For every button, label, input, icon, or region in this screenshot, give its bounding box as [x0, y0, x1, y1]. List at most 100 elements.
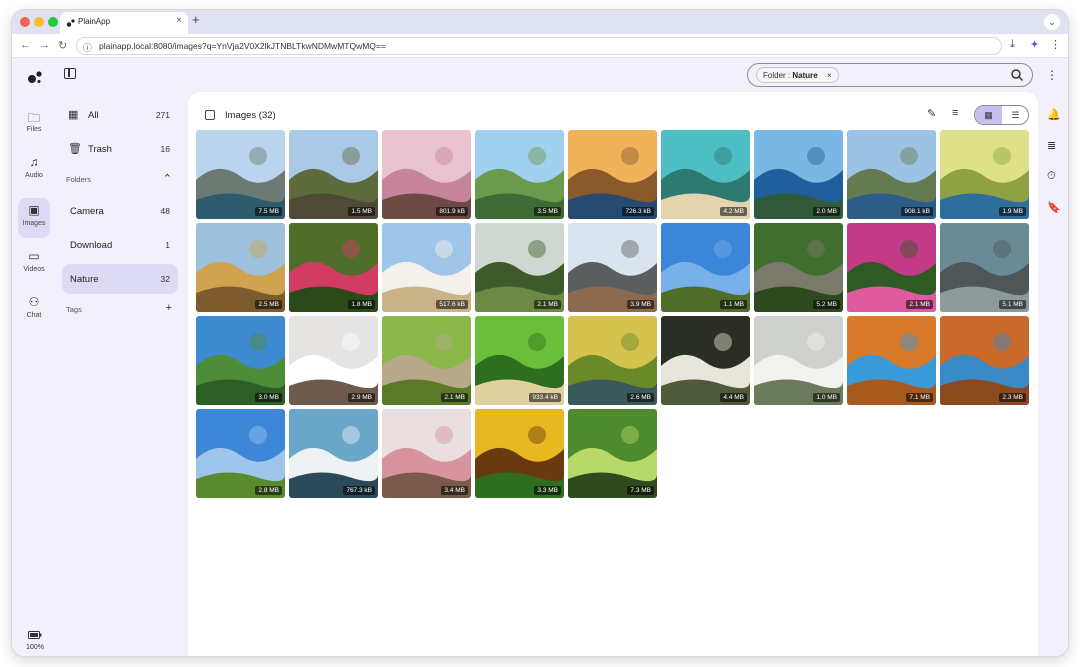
rail-item-images[interactable]: ▣ Images: [18, 198, 50, 238]
timer-icon[interactable]: ⏱: [1047, 170, 1056, 183]
download-icon[interactable]: ⤓: [1010, 38, 1015, 51]
image-thumbnail[interactable]: 933.4 kB: [475, 316, 564, 405]
image-thumbnail[interactable]: 4.2 MB: [661, 130, 750, 219]
address-bar: ← → ↻ ⓘ plainapp.local:8080/images?q=YnV…: [12, 34, 1068, 58]
zoom-window-button[interactable]: [48, 17, 58, 27]
photo-image: [661, 316, 750, 405]
photo-image: [382, 409, 471, 498]
robot-icon: ⚇: [28, 295, 40, 309]
image-thumbnail[interactable]: 4.4 MB: [661, 316, 750, 405]
url-field[interactable]: ⓘ plainapp.local:8080/images?q=YnVja2V0X…: [76, 37, 1002, 55]
rail-item-chat[interactable]: ⚇ Chat: [18, 290, 50, 330]
image-thumbnail[interactable]: 767.3 kB: [289, 409, 378, 498]
search-field[interactable]: Folder : Nature ×: [747, 63, 1033, 87]
image-thumbnail[interactable]: 2.1 MB: [382, 316, 471, 405]
file-size-badge: 2.0 MB: [813, 207, 840, 216]
image-thumbnail[interactable]: 1.9 MB: [940, 130, 1029, 219]
image-thumbnail[interactable]: 908.1 kB: [847, 130, 936, 219]
image-thumbnail[interactable]: 2.5 MB: [196, 223, 285, 312]
image-thumbnail[interactable]: 5.1 MB: [940, 223, 1029, 312]
image-thumbnail[interactable]: 2.0 MB: [754, 130, 843, 219]
image-thumbnail[interactable]: 517.6 kB: [382, 223, 471, 312]
tab-menu-chevron-icon[interactable]: ⌄: [1044, 14, 1060, 30]
sidebar-item-trash[interactable]: 🗑 Trash 16: [62, 134, 178, 164]
file-size-badge: 2.9 MB: [348, 393, 375, 402]
rail-item-audio[interactable]: ♫ Audio: [18, 150, 50, 190]
folders-section-header[interactable]: Folders ⌃: [62, 170, 178, 190]
image-thumbnail[interactable]: 2.3 MB: [940, 316, 1029, 405]
file-size-badge: 801.9 kB: [436, 207, 468, 216]
back-button[interactable]: ←: [20, 39, 31, 51]
image-thumbnail[interactable]: 2.1 MB: [847, 223, 936, 312]
minimize-window-button[interactable]: [34, 17, 44, 27]
image-thumbnail[interactable]: 2.9 MB: [289, 316, 378, 405]
tab-close-icon[interactable]: ×: [176, 15, 182, 26]
image-thumbnail[interactable]: 1.8 MB: [289, 223, 378, 312]
edit-icon[interactable]: ✎: [927, 107, 936, 120]
image-thumbnail[interactable]: 726.3 kB: [568, 130, 657, 219]
chip-close-icon[interactable]: ×: [827, 68, 832, 83]
sidebar-toggle-icon[interactable]: [64, 68, 76, 79]
collapse-chevron-icon[interactable]: ⌃: [163, 172, 172, 185]
url-text[interactable]: plainapp.local:8080/images?q=YnVja2V0X2l…: [99, 41, 386, 51]
browser-menu-icon[interactable]: ⋮: [1050, 38, 1061, 51]
forward-button[interactable]: →: [39, 39, 50, 51]
image-thumbnail[interactable]: 3.0 MB: [196, 316, 285, 405]
file-size-badge: 908.1 kB: [901, 207, 933, 216]
image-thumbnail[interactable]: 7.3 MB: [568, 409, 657, 498]
sidebar-item-nature[interactable]: Nature 32: [62, 264, 178, 294]
image-thumbnail[interactable]: 1.5 MB: [289, 130, 378, 219]
bookmark-icon[interactable]: 🔖: [1047, 201, 1061, 214]
close-window-button[interactable]: [20, 17, 30, 27]
rail-item-videos[interactable]: ▭ Videos: [18, 244, 50, 284]
app-logo-icon[interactable]: [27, 70, 43, 84]
image-thumbnail[interactable]: 1.1 MB: [661, 223, 750, 312]
file-size-badge: 517.6 kB: [436, 300, 468, 309]
notification-bell-icon[interactable]: 🔔: [1047, 108, 1061, 121]
image-thumbnail[interactable]: 2.8 MB: [196, 409, 285, 498]
add-tag-icon[interactable]: +: [166, 302, 172, 314]
playlist-icon[interactable]: ≣: [1047, 139, 1056, 152]
file-size-badge: 2.8 MB: [255, 486, 282, 495]
folder-label: Camera: [70, 206, 104, 217]
grid-icon: ▦: [68, 109, 79, 121]
image-thumbnail[interactable]: 5.2 MB: [754, 223, 843, 312]
rail-item-files[interactable]: 🗀 Files: [18, 104, 50, 144]
sidebar-item-download[interactable]: Download 1: [62, 230, 178, 260]
file-size-badge: 3.5 MB: [534, 207, 561, 216]
video-icon: ▭: [28, 249, 40, 263]
image-thumbnail[interactable]: 801.9 kB: [382, 130, 471, 219]
sort-icon[interactable]: ≡: [952, 107, 958, 119]
file-size-badge: 1.9 MB: [999, 207, 1026, 216]
select-all-checkbox[interactable]: [205, 110, 215, 120]
image-thumbnail[interactable]: 3.4 MB: [382, 409, 471, 498]
file-size-badge: 3.9 MB: [627, 300, 654, 309]
new-tab-button[interactable]: +: [192, 12, 200, 27]
battery-icon: [28, 631, 42, 639]
photo-image: [940, 223, 1029, 312]
image-thumbnail[interactable]: 3.5 MB: [475, 130, 564, 219]
image-thumbnail[interactable]: 2.6 MB: [568, 316, 657, 405]
grid-view-icon[interactable]: ▦: [975, 106, 1002, 124]
list-view-icon[interactable]: ☰: [1002, 106, 1028, 124]
image-thumbnail[interactable]: 3.3 MB: [475, 409, 564, 498]
image-thumbnail[interactable]: 7.1 MB: [847, 316, 936, 405]
image-thumbnail[interactable]: 3.9 MB: [568, 223, 657, 312]
sidebar-item-camera[interactable]: Camera 48: [62, 196, 178, 226]
file-size-badge: 2.1 MB: [534, 300, 561, 309]
file-size-badge: 4.2 MB: [720, 207, 747, 216]
sidebar-item-all[interactable]: ▦ All 271: [62, 100, 178, 130]
plainapp-logo-icon: [66, 19, 75, 27]
folder-label: Download: [70, 240, 113, 251]
extension-icon[interactable]: ✦: [1030, 38, 1039, 51]
browser-tab[interactable]: PlainApp ×: [60, 12, 188, 34]
reload-button[interactable]: ↻: [58, 39, 67, 52]
search-icon[interactable]: [1010, 68, 1024, 82]
image-thumbnail[interactable]: 7.5 MB: [196, 130, 285, 219]
photo-image: [382, 130, 471, 219]
folder-filter-chip[interactable]: Folder : Nature ×: [756, 67, 839, 83]
image-thumbnail[interactable]: 2.1 MB: [475, 223, 564, 312]
photo-image: [475, 130, 564, 219]
site-info-icon[interactable]: ⓘ: [83, 41, 92, 54]
image-thumbnail[interactable]: 1.0 MB: [754, 316, 843, 405]
